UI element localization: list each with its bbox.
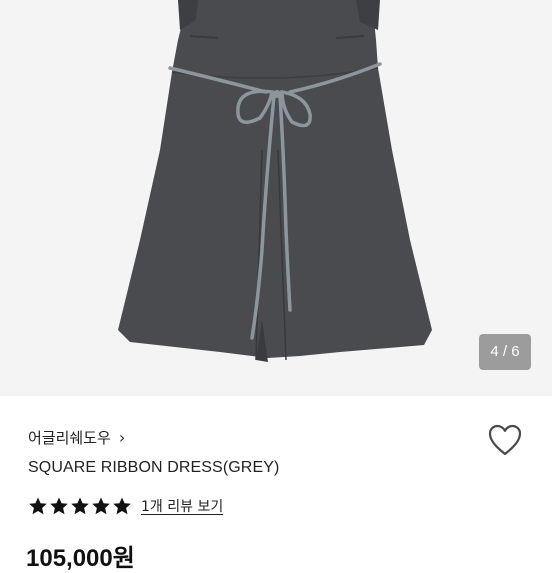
product-photo xyxy=(118,0,432,362)
chevron-right-icon: › xyxy=(118,428,126,447)
product-title: SQUARE RIBBON DRESS(GREY) xyxy=(28,459,280,476)
star-icon xyxy=(92,497,110,515)
brand-name: 어글리쉐도우 xyxy=(28,429,111,447)
star-icon xyxy=(29,497,47,515)
star-icon xyxy=(50,497,68,515)
star-icon xyxy=(71,497,89,515)
star-icon xyxy=(113,497,131,515)
brand-link[interactable]: 어글리쉐도우 › xyxy=(28,427,125,448)
product-image-gallery[interactable]: 4 / 6 xyxy=(0,0,552,396)
dress-shape xyxy=(118,0,432,358)
product-price: 105,000원 xyxy=(26,545,135,572)
heart-icon[interactable] xyxy=(487,423,523,457)
star-rating xyxy=(28,496,133,516)
image-page-counter: 4 / 6 xyxy=(479,334,531,370)
rating-row: 1개 리뷰 보기 xyxy=(28,496,223,516)
view-reviews-link[interactable]: 1개 리뷰 보기 xyxy=(141,496,223,516)
